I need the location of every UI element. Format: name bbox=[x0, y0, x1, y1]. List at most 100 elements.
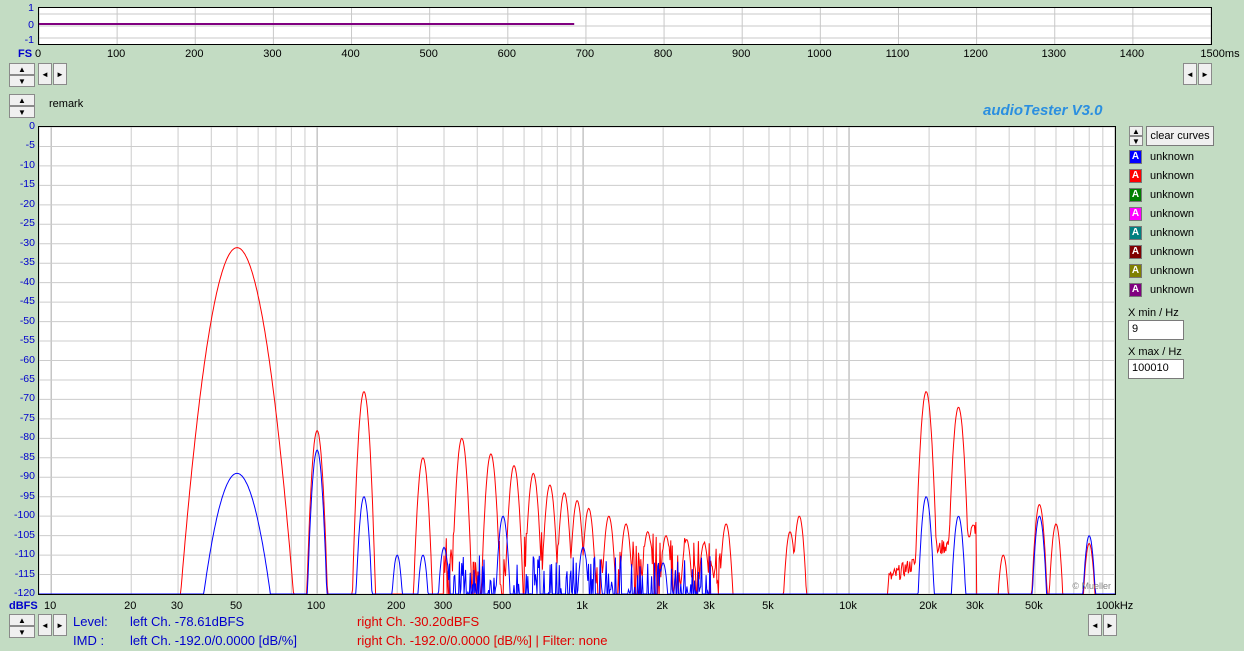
scope-x-tick: 200 bbox=[185, 48, 204, 60]
left-channel-line bbox=[39, 449, 1115, 594]
imd-label: IMD : bbox=[73, 633, 105, 648]
spin-up-icon[interactable]: ▲ bbox=[9, 94, 35, 106]
spectrum-y-tick: -35 bbox=[19, 256, 35, 269]
spectrum-x-tick: 30 bbox=[170, 600, 184, 612]
copyright-watermark: © Mueller bbox=[1072, 581, 1111, 591]
spectrum-x-tick: 3k bbox=[703, 600, 715, 612]
scope-x-tick: 600 bbox=[497, 48, 516, 60]
right-channel-line bbox=[39, 247, 1115, 594]
spectrum-y-tick: -50 bbox=[19, 314, 35, 327]
imd-right-value: right Ch. -192.0/0.0000 [dB/%] | Filter:… bbox=[357, 633, 608, 648]
spectrum-y-tick: -65 bbox=[19, 372, 35, 385]
scope-x-tick: 300 bbox=[263, 48, 282, 60]
spectrum-y-tick: -105 bbox=[13, 528, 35, 541]
curve-toggle-icon[interactable]: A bbox=[1129, 206, 1142, 221]
spectrum-y-tick: -5 bbox=[25, 139, 35, 152]
spectrum-scroll-right-icon[interactable]: ► bbox=[53, 614, 67, 636]
scope-unit-label: FS bbox=[18, 48, 33, 60]
scope-pan-left-icon[interactable]: ◄ bbox=[1183, 63, 1197, 85]
spectrum-x-tick: 20k bbox=[919, 600, 937, 612]
level-left-value: left Ch. -78.61dBFS bbox=[130, 614, 245, 629]
xmin-input[interactable]: 9 bbox=[1128, 320, 1184, 340]
spectrum-x-tick: 1k bbox=[576, 600, 588, 612]
spectrum-y-tick: -55 bbox=[19, 334, 35, 347]
scope-scroll-left-icon[interactable]: ◄ bbox=[38, 63, 52, 85]
xmax-input[interactable]: 100010 bbox=[1128, 359, 1184, 379]
level-spinner[interactable]: ▲ ▼ bbox=[9, 614, 35, 638]
spectrum-x-tick: 50 bbox=[229, 600, 243, 612]
spectrum-y-tick: -45 bbox=[19, 295, 35, 308]
spectrum-x-tick: 30k bbox=[966, 600, 984, 612]
spectrum-pan-right-icon[interactable]: ► bbox=[1103, 614, 1117, 636]
curve-legend-label: unknown bbox=[1150, 283, 1195, 296]
spectrum-y-tick: -70 bbox=[19, 392, 35, 405]
spectrum-y-tick: -25 bbox=[19, 217, 35, 230]
spectrum-pan-left-icon[interactable]: ◄ bbox=[1088, 614, 1102, 636]
remark-spinner[interactable]: ▲ ▼ bbox=[9, 94, 35, 118]
spin-up-icon[interactable]: ▲ bbox=[1129, 126, 1143, 136]
spectrum-x-tick: 5k bbox=[762, 600, 774, 612]
curve-legend-label: unknown bbox=[1150, 150, 1195, 163]
spin-up-icon[interactable]: ▲ bbox=[9, 614, 35, 626]
curve-toggle-icon[interactable]: A bbox=[1129, 187, 1142, 202]
curve-legend-item[interactable]: Aunknown bbox=[1129, 186, 1194, 203]
curve-legend-item[interactable]: Aunknown bbox=[1129, 148, 1194, 165]
scope-y-tick: -1 bbox=[24, 34, 34, 46]
spectrum-x-tick: 500 bbox=[492, 600, 512, 612]
remark-label: remark bbox=[49, 98, 84, 110]
spectrum-x-tick: 10 bbox=[44, 600, 57, 612]
spin-down-icon[interactable]: ▼ bbox=[1129, 136, 1143, 146]
curve-legend-item[interactable]: Aunknown bbox=[1129, 281, 1194, 298]
spectrum-x-tick: 2k bbox=[656, 600, 668, 612]
scope-x-tick: 500 bbox=[419, 48, 438, 60]
scope-plot bbox=[38, 7, 1212, 45]
spectrum-y-tick: -120 bbox=[13, 587, 35, 599]
scope-x-tick: 900 bbox=[732, 48, 751, 60]
curve-legend-item[interactable]: Aunknown bbox=[1129, 224, 1194, 241]
spectrum-y-tick: -100 bbox=[13, 509, 35, 522]
curve-toggle-icon[interactable]: A bbox=[1129, 244, 1142, 259]
scope-x-tick: 1300 bbox=[1041, 48, 1066, 60]
spin-up-icon[interactable]: ▲ bbox=[9, 63, 35, 75]
curve-toggle-icon[interactable]: A bbox=[1129, 263, 1142, 278]
curve-legend-label: unknown bbox=[1150, 226, 1195, 239]
curve-legend-label: unknown bbox=[1150, 264, 1195, 277]
curve-toggle-icon[interactable]: A bbox=[1129, 149, 1142, 164]
scope-x-tick: 400 bbox=[341, 48, 360, 60]
scope-x-tick: 700 bbox=[575, 48, 595, 60]
curve-toggle-icon[interactable]: A bbox=[1129, 282, 1142, 297]
curve-legend-item[interactable]: Aunknown bbox=[1129, 262, 1194, 279]
spectrum-y-tick: -95 bbox=[19, 489, 35, 502]
curve-legend-label: unknown bbox=[1150, 169, 1195, 182]
spectrum-x-unit: 100kHz bbox=[1096, 600, 1134, 612]
scope-y-tick: 0 bbox=[28, 19, 34, 31]
spectrum-scroll-left-icon[interactable]: ◄ bbox=[38, 614, 52, 636]
curve-legend-item[interactable]: Aunknown bbox=[1129, 167, 1194, 184]
spectrum-x-tick: 20 bbox=[124, 600, 137, 612]
spin-down-icon[interactable]: ▼ bbox=[9, 626, 35, 638]
curve-toggle-icon[interactable]: A bbox=[1129, 225, 1142, 240]
scope-x-tick: 100 bbox=[106, 48, 126, 60]
clear-curves-button[interactable]: clear curves bbox=[1146, 126, 1214, 146]
curve-spinner[interactable]: ▲ ▼ bbox=[1129, 126, 1143, 146]
spectrum-plot: © Mueller bbox=[38, 126, 1116, 595]
spin-down-icon[interactable]: ▼ bbox=[9, 75, 35, 87]
curve-toggle-icon[interactable]: A bbox=[1129, 168, 1142, 183]
spectrum-x-tick: 10k bbox=[839, 600, 857, 612]
spectrum-y-tick: -85 bbox=[19, 450, 35, 463]
scope-svg bbox=[39, 8, 1211, 44]
curve-legend-item[interactable]: Aunknown bbox=[1129, 243, 1194, 260]
scope-zoom-spinner[interactable]: ▲ ▼ bbox=[9, 63, 35, 87]
spectrum-y-tick: -80 bbox=[19, 431, 35, 444]
level-label: Level: bbox=[73, 614, 108, 629]
curve-legend-item[interactable]: Aunknown bbox=[1129, 205, 1194, 222]
scope-x-tick: 1200 bbox=[963, 48, 988, 60]
scope-scroll-right-icon[interactable]: ► bbox=[53, 63, 67, 85]
spectrum-y-tick: -20 bbox=[19, 197, 35, 210]
spectrum-x-tick: 50k bbox=[1025, 600, 1043, 612]
spectrum-y-tick: -115 bbox=[14, 567, 35, 580]
spin-down-icon[interactable]: ▼ bbox=[9, 106, 35, 118]
scope-pan-right-icon[interactable]: ► bbox=[1198, 63, 1212, 85]
level-right-value: right Ch. -30.20dBFS bbox=[357, 614, 480, 629]
xmin-label: X min / Hz bbox=[1128, 307, 1179, 319]
